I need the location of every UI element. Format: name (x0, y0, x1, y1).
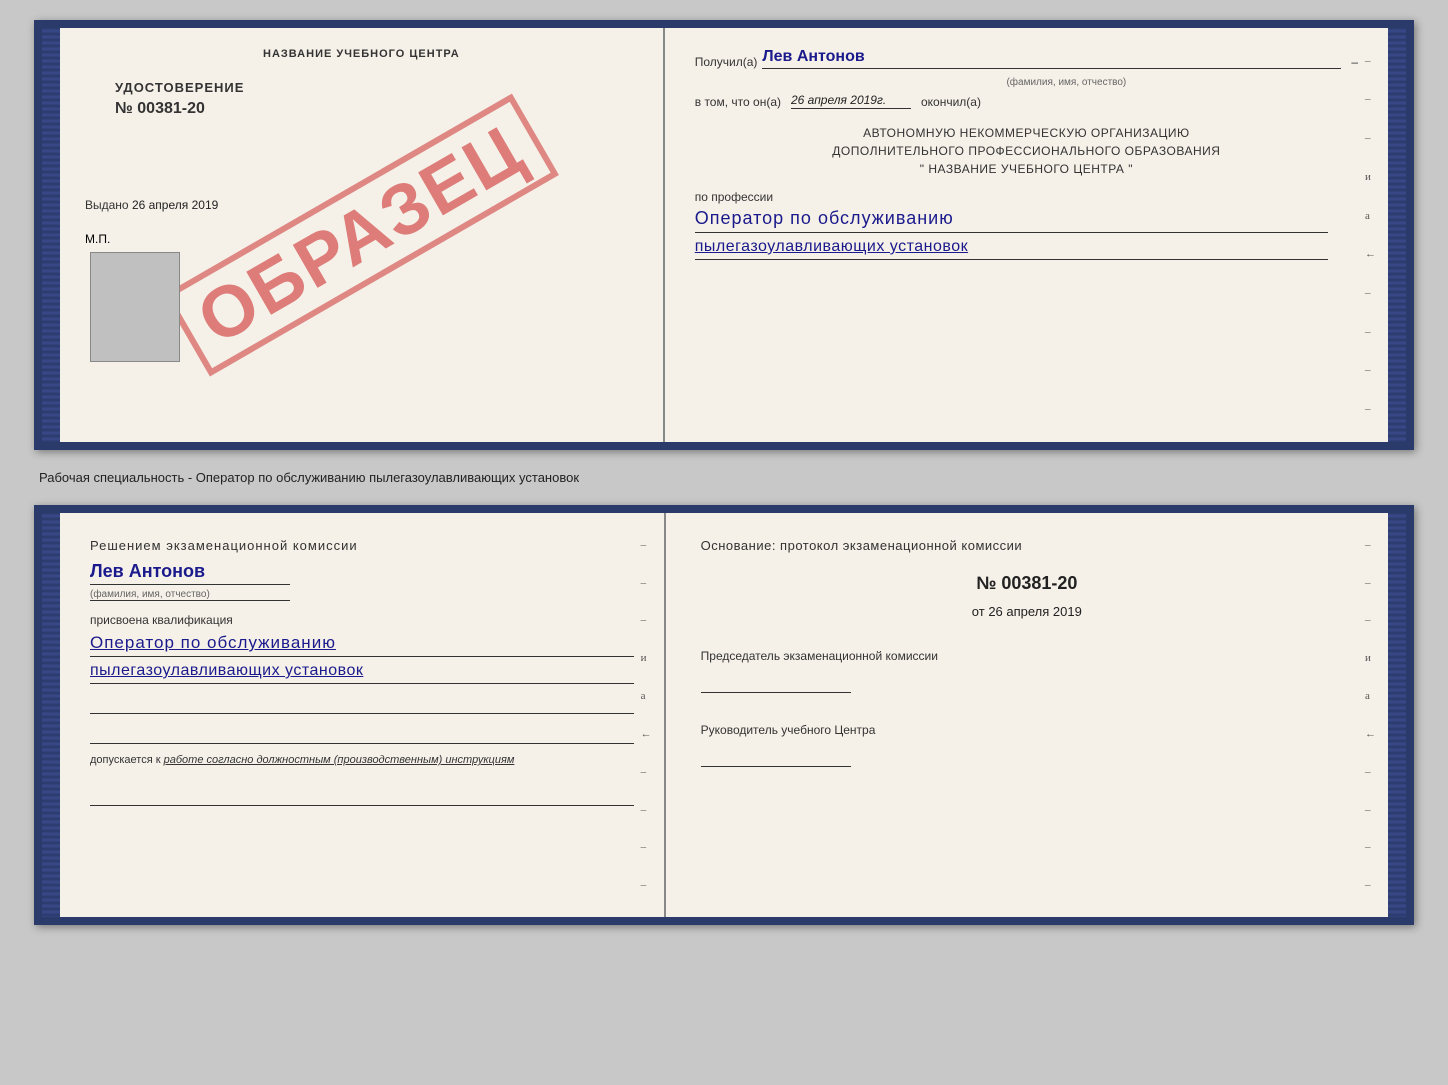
rukovoditel-signature-line (701, 742, 851, 767)
mp-label: М.П. (85, 232, 638, 246)
protocol-number: № 00381-20 (701, 573, 1353, 594)
okonchil-label: окончил(а) (921, 95, 981, 109)
blank-line-3 (90, 786, 634, 806)
book-spine-top (42, 28, 60, 442)
right-dashes-diploma-right: – – – и а ← – – – – (1365, 513, 1376, 917)
kvalif-line1: Оператор по обслуживанию (90, 633, 634, 657)
blank-line-2 (90, 724, 634, 744)
udostoverenie-block: УДОСТОВЕРЕНИЕ № 00381-20 (115, 80, 638, 118)
book-spine-top-right (1388, 28, 1406, 442)
org-line1: АВТОНОМНУЮ НЕКОММЕРЧЕСКУЮ ОРГАНИЗАЦИЮ (695, 124, 1358, 142)
dopuskaetsya-block: допускается к работе согласно должностны… (90, 754, 634, 766)
certificate-right-page: Получил(а) Лев Антонов – (фамилия, имя, … (665, 28, 1388, 442)
fio-label-top: (фамилия, имя, отчество) (775, 77, 1358, 88)
diploma-left-page: Решением экзаменационной комиссии Лев Ан… (60, 513, 666, 917)
org-line2: ДОПОЛНИТЕЛЬНОГО ПРОФЕССИОНАЛЬНОГО ОБРАЗО… (695, 142, 1358, 160)
right-dashes-diploma-left: – – – и а ← – – – – (641, 513, 652, 917)
profession-line1: Оператор по обслуживанию (695, 208, 1328, 233)
osnovanie-label: Основание: протокол экзаменационной коми… (701, 538, 1353, 553)
document-container: НАЗВАНИЕ УЧЕБНОГО ЦЕНТРА ОБРАЗЕЦ УДОСТОВ… (34, 20, 1414, 925)
diploma-right-page: Основание: протокол экзаменационной коми… (666, 513, 1388, 917)
book-spine-bottom (42, 513, 60, 917)
po-professii-label: по профессии (695, 190, 1328, 204)
profession-line2: пылегазоулавливающих установок (695, 238, 1328, 260)
kvalif-line2: пылегазоулавливающих установок (90, 662, 634, 684)
v-tom-row: в том, что он(а) 26 апреля 2019г. окончи… (695, 93, 1358, 109)
udostoverenie-title: УДОСТОВЕРЕНИЕ (115, 80, 638, 95)
bottom-diploma-book: Решением экзаменационной комиссии Лев Ан… (34, 505, 1414, 925)
date-underline: 26 апреля 2019г. (791, 93, 911, 109)
dopuskaetsya-prefix: допускается к (90, 754, 161, 766)
poluchil-name: Лев Антонов (762, 48, 1341, 69)
dash-after-name: – (1351, 55, 1358, 69)
fio-label-diploma: (фамилия, имя, отчество) (90, 589, 290, 601)
prisvoena-label: присвоена квалификация (90, 613, 634, 627)
resheniem-label: Решением экзаменационной комиссии (90, 538, 634, 553)
ot-label: от (972, 604, 985, 619)
dopuskaetsya-italic: работе согласно должностным (производств… (164, 754, 515, 766)
top-certificate-book: НАЗВАНИЕ УЧЕБНОГО ЦЕНТРА ОБРАЗЕЦ УДОСТОВ… (34, 20, 1414, 450)
book-spine-bottom-right (1388, 513, 1406, 917)
photo-placeholder (90, 252, 180, 362)
subtitle-text: Рабочая специальность - Оператор по обсл… (34, 460, 1414, 495)
ot-date-value: 26 апреля 2019 (988, 604, 1082, 619)
org-block: АВТОНОМНУЮ НЕКОММЕРЧЕСКУЮ ОРГАНИЗАЦИЮ ДО… (695, 124, 1358, 178)
poluchil-label: Получил(а) (695, 55, 758, 69)
diploma-person-name: Лев Антонов (90, 561, 290, 585)
certificate-left-page: НАЗВАНИЕ УЧЕБНОГО ЦЕНТРА ОБРАЗЕЦ УДОСТОВ… (60, 28, 665, 442)
vydano-block: Выдано 26 апреля 2019 (85, 198, 638, 212)
v-tom-label: в том, что он(а) (695, 95, 781, 109)
cert-header: НАЗВАНИЕ УЧЕБНОГО ЦЕНТРА (85, 48, 638, 60)
poluchil-row: Получил(а) Лев Антонов – (695, 48, 1358, 69)
blank-line-1 (90, 694, 634, 714)
rukovoditel-label: Руководитель учебного Центра (701, 723, 1353, 767)
vydano-date: 26 апреля 2019 (132, 198, 218, 212)
ot-date: от 26 апреля 2019 (701, 604, 1353, 619)
right-dashes-top: – – – и а ← – – – – (1365, 28, 1376, 442)
predsedatel-signature-line (701, 668, 851, 693)
predsedatel-label: Председатель экзаменационной комиссии (701, 649, 1353, 693)
vydano-label: Выдано (85, 198, 129, 212)
udostoverenie-number: № 00381-20 (115, 100, 638, 118)
org-line3: " НАЗВАНИЕ УЧЕБНОГО ЦЕНТРА " (695, 160, 1358, 178)
